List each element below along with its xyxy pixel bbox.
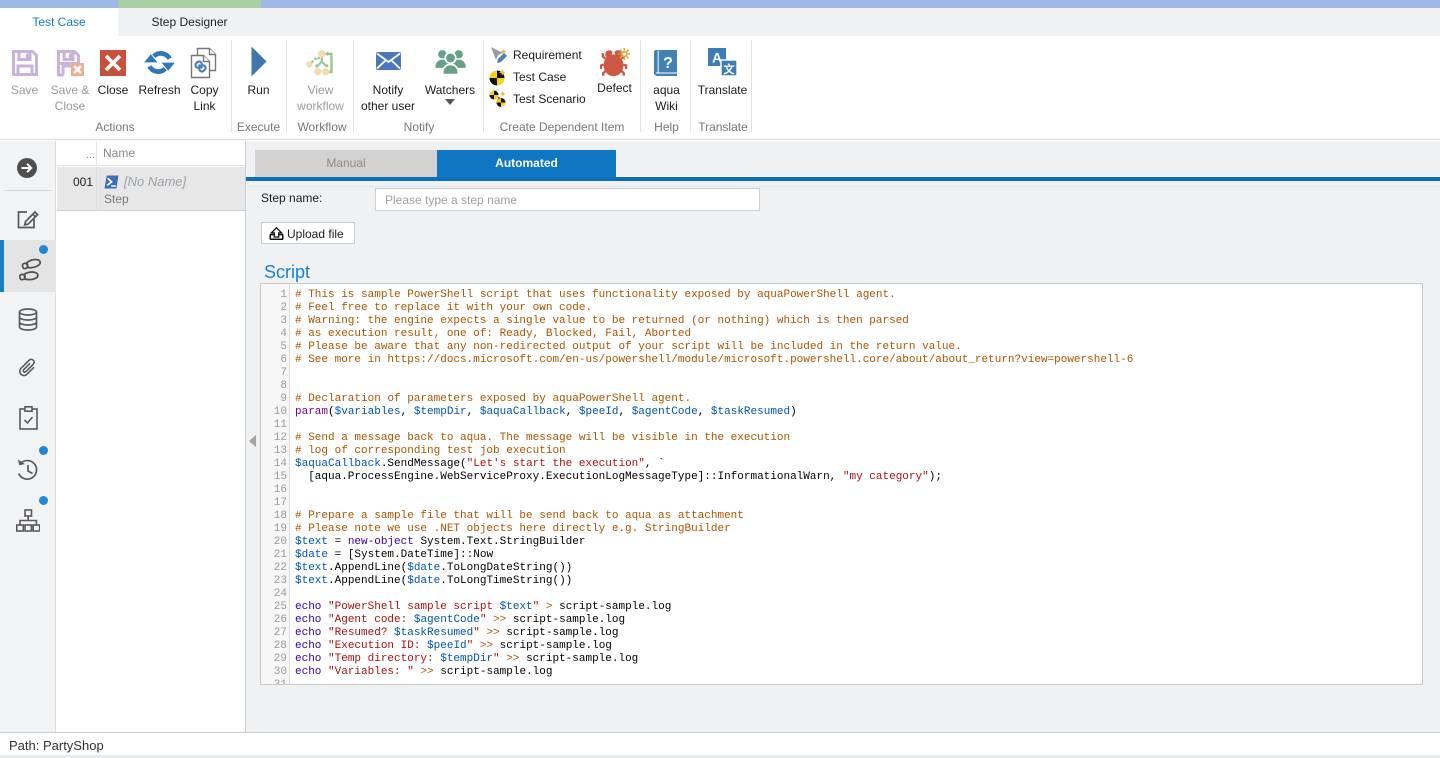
svg-text:?: ?: [663, 55, 673, 72]
svg-text:文: 文: [724, 62, 736, 76]
